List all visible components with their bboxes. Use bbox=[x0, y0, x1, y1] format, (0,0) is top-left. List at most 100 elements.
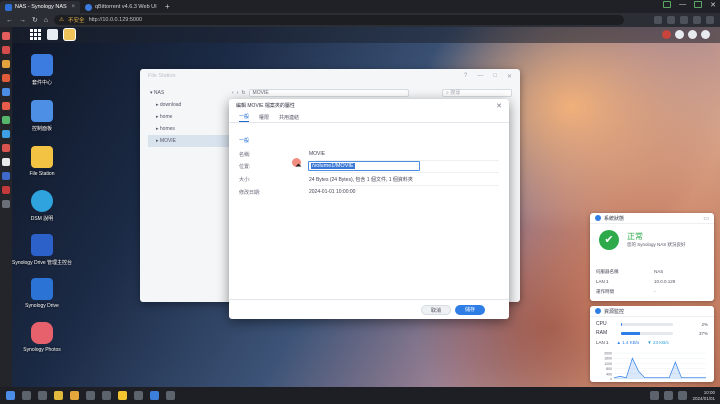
tree-item-home[interactable]: ▸ home bbox=[148, 111, 230, 123]
desktop-icon-photos[interactable]: Synology Photos bbox=[12, 322, 72, 353]
desktop-icon-label: 套件中心 bbox=[31, 80, 52, 86]
sidebar-app-icon[interactable] bbox=[2, 200, 10, 208]
desktop-icon-dsm-help[interactable]: DSM 說明 bbox=[12, 190, 72, 222]
window-controls: — ✕ bbox=[663, 1, 716, 9]
tree-item-download[interactable]: ▸ download bbox=[148, 99, 230, 111]
help-button[interactable]: ? bbox=[464, 73, 467, 80]
tab-permissions[interactable]: 權限 bbox=[259, 114, 269, 121]
sidebar-app-icon[interactable] bbox=[2, 60, 10, 68]
axis-tick-label: 1200 bbox=[604, 362, 612, 366]
desktop-icon-label: File Station bbox=[29, 171, 55, 177]
section-title: 一般 bbox=[239, 138, 250, 144]
sidebar-app-icon[interactable] bbox=[2, 46, 10, 54]
tab-synology-nas[interactable]: NAS - Synology NAS × bbox=[0, 1, 80, 13]
desktop-icon-control-panel[interactable]: 控制面板 bbox=[12, 100, 72, 132]
field-value: MOVIE bbox=[309, 151, 326, 157]
sidebar-app-icon[interactable] bbox=[2, 88, 10, 96]
taskbar-app-icon[interactable] bbox=[166, 391, 175, 400]
package-center-taskbar-icon[interactable] bbox=[47, 29, 58, 40]
tab-shared-links[interactable]: 共用連結 bbox=[279, 114, 299, 121]
extension-icon[interactable] bbox=[667, 16, 675, 24]
close-tab-icon[interactable]: × bbox=[71, 4, 75, 10]
tree-item-movie[interactable]: ▸ MOVIE bbox=[148, 135, 230, 147]
photos-icon bbox=[31, 322, 53, 344]
minimize-button[interactable]: — bbox=[477, 73, 483, 80]
start-icon[interactable] bbox=[6, 391, 15, 400]
tab-qbittorrent[interactable]: qBittorrent v4.6.3 Web UI × bbox=[80, 1, 160, 13]
mouse-cursor-icon bbox=[295, 163, 302, 167]
tab-title: NAS - Synology NAS bbox=[15, 4, 67, 10]
tree-root[interactable]: ▾ NAS bbox=[148, 87, 230, 99]
chrome-icon[interactable] bbox=[70, 391, 79, 400]
axis-tick-label: 400 bbox=[606, 372, 612, 376]
taskbar-app-icon[interactable] bbox=[118, 391, 127, 400]
save-button[interactable]: 儲存 bbox=[455, 305, 485, 315]
search-input[interactable]: ⌕ 搜尋 bbox=[442, 89, 512, 97]
path-field[interactable]: MOVIE bbox=[248, 89, 409, 97]
taskbar-app-icon[interactable] bbox=[102, 391, 111, 400]
volume-icon[interactable] bbox=[678, 391, 688, 400]
sidebar-app-icon[interactable] bbox=[2, 144, 10, 152]
extension-icon[interactable] bbox=[680, 16, 688, 24]
tray-icon[interactable] bbox=[650, 391, 660, 400]
profile-icon[interactable] bbox=[693, 16, 701, 24]
notification-icon[interactable] bbox=[662, 30, 671, 39]
widget-menu-icon[interactable]: ▭ bbox=[703, 215, 709, 222]
task-view-icon[interactable] bbox=[38, 391, 47, 400]
reload-icon[interactable]: ↻ bbox=[32, 16, 38, 24]
desktop-icon-drive[interactable]: Synology Drive bbox=[12, 278, 72, 309]
url-warning-label: 不安全 bbox=[68, 18, 85, 24]
taskbar-app-icon[interactable] bbox=[134, 391, 143, 400]
sidebar-app-icon[interactable] bbox=[2, 158, 10, 166]
tree-item-homes[interactable]: ▸ homes bbox=[148, 123, 230, 135]
back-icon[interactable]: ‹ bbox=[232, 90, 234, 96]
tab-general[interactable]: 一般 bbox=[239, 113, 250, 122]
forward-icon[interactable]: › bbox=[237, 90, 239, 96]
desktop-icon-label: 控制面板 bbox=[31, 126, 52, 132]
sidebar-app-icon[interactable] bbox=[2, 102, 10, 110]
drive-admin-icon bbox=[31, 234, 53, 256]
taskbar-app-icon[interactable] bbox=[150, 391, 159, 400]
desktop-icon-package-center[interactable]: 套件中心 bbox=[12, 54, 72, 86]
location-input[interactable]: /volume1/MOVIE bbox=[308, 161, 420, 171]
sidebar-app-icon[interactable] bbox=[2, 172, 10, 180]
sidebar-app-icon[interactable] bbox=[2, 74, 10, 82]
cancel-button[interactable]: 取消 bbox=[421, 305, 451, 315]
menu-icon[interactable] bbox=[706, 16, 714, 24]
sidebar-app-icon[interactable] bbox=[2, 116, 10, 124]
maximize-button[interactable] bbox=[694, 1, 703, 8]
sidebar-app-icon[interactable] bbox=[2, 32, 10, 40]
desktop-icon-file-station[interactable]: File Station bbox=[12, 146, 72, 177]
extension-icons bbox=[654, 16, 720, 24]
window-square-icon[interactable] bbox=[663, 1, 672, 8]
back-icon[interactable]: ← bbox=[6, 17, 13, 24]
forward-icon[interactable]: → bbox=[19, 17, 26, 24]
wifi-icon[interactable] bbox=[664, 391, 674, 400]
search-icon[interactable] bbox=[688, 30, 697, 39]
user-icon[interactable] bbox=[675, 30, 684, 39]
close-dialog-button[interactable]: ✕ bbox=[496, 102, 502, 110]
clock[interactable]: 10:00 2024/01/01 bbox=[692, 390, 715, 402]
taskbar-app-icon[interactable] bbox=[86, 391, 95, 400]
file-station-taskbar-icon[interactable] bbox=[64, 29, 75, 40]
file-explorer-icon[interactable] bbox=[54, 391, 63, 400]
main-menu-icon[interactable] bbox=[30, 29, 41, 40]
close-button[interactable]: ✕ bbox=[507, 73, 512, 80]
close-window-button[interactable]: ✕ bbox=[710, 1, 716, 9]
sidebar-app-icon[interactable] bbox=[2, 186, 10, 194]
maximize-button[interactable]: □ bbox=[493, 73, 497, 80]
extension-icon[interactable] bbox=[654, 16, 662, 24]
new-tab-button[interactable]: + bbox=[160, 1, 175, 13]
address-bar[interactable]: ⚠ 不安全 http://10.0.0.129:5000 bbox=[54, 15, 625, 25]
properties-dialog: 編輯 MOVIE 檔案夾的屬性 ✕ 一般 權限 共用連結 一般 名稱: MOVI… bbox=[229, 99, 509, 319]
monitor-icon bbox=[595, 308, 601, 314]
home-icon[interactable]: ⌂ bbox=[44, 17, 48, 24]
refresh-icon[interactable]: ↻ bbox=[241, 90, 245, 96]
field-name-row: 名稱: MOVIE bbox=[239, 151, 499, 161]
widgets-icon[interactable] bbox=[701, 30, 710, 39]
minimize-button[interactable]: — bbox=[679, 1, 686, 9]
search-icon[interactable] bbox=[22, 391, 31, 400]
field-value: 2024-01-01 10:00:00 bbox=[309, 189, 356, 195]
desktop-icon-drive-admin[interactable]: Synology Drive 管理主控台 bbox=[12, 234, 72, 266]
sidebar-app-icon[interactable] bbox=[2, 130, 10, 138]
